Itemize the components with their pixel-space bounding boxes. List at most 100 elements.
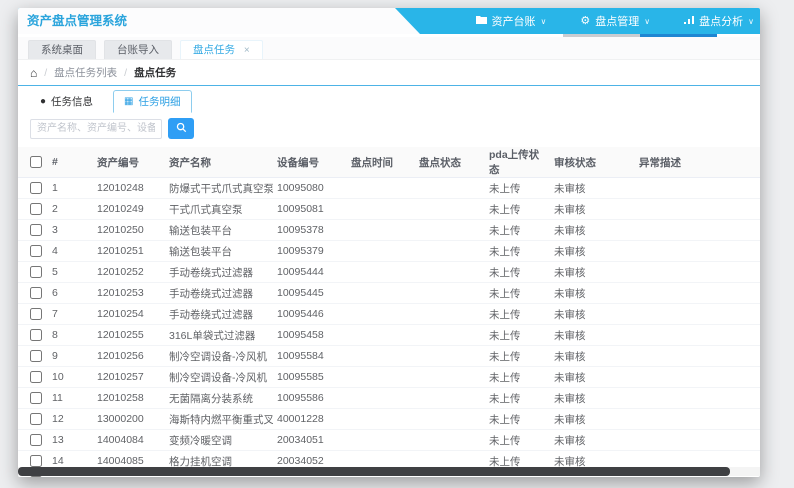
cell-pda-status: 未上传 xyxy=(485,429,550,451)
cell-audit-status: 未审核 xyxy=(550,345,635,367)
cell-check-time xyxy=(347,198,415,220)
cell-check-status xyxy=(415,387,485,409)
table-row: 6 12010253 手动卷绕式过滤器 10095445 未上传 未审核 xyxy=(18,282,760,304)
row-checkbox[interactable] xyxy=(30,392,42,405)
cell-device-no: 10095444 xyxy=(273,261,347,283)
page-tabbar: 系统桌面 台账导入 盘点任务 × xyxy=(18,37,760,60)
row-checkbox[interactable] xyxy=(30,455,42,468)
search-button[interactable] xyxy=(168,118,194,139)
cell-exception xyxy=(635,177,760,199)
search-input[interactable] xyxy=(30,118,162,139)
cell-seq: 8 xyxy=(48,324,93,346)
subtabs: ● 任务信息 ▦ 任务明细 xyxy=(18,86,760,113)
app-title: 资产盘点管理系统 xyxy=(18,8,420,34)
cell-asset-name: 手动卷绕式过滤器 xyxy=(165,303,273,325)
subtab-task-detail[interactable]: ▦ 任务明细 xyxy=(113,89,192,113)
cell-check-time xyxy=(347,219,415,241)
cell-asset-no: 12010256 xyxy=(93,345,165,367)
cell-pda-status: 未上传 xyxy=(485,177,550,199)
cell-asset-name: 海斯特内燃平衡重式叉车 xyxy=(165,408,273,430)
row-checkbox[interactable] xyxy=(30,224,42,237)
cell-asset-no: 12010257 xyxy=(93,366,165,388)
cell-check-status xyxy=(415,219,485,241)
cell-audit-status: 未审核 xyxy=(550,240,635,262)
cell-exception xyxy=(635,261,760,283)
row-checkbox[interactable] xyxy=(30,413,42,426)
row-checkbox[interactable] xyxy=(30,329,42,342)
cell-check-time xyxy=(347,366,415,388)
cell-audit-status: 未审核 xyxy=(550,219,635,241)
cell-pda-status: 未上传 xyxy=(485,387,550,409)
table-row: 11 12010258 无菌隔离分装系统 10095586 未上传 未审核 xyxy=(18,387,760,409)
col-asset-no: 资产编号 xyxy=(93,147,165,178)
cell-device-no: 10095081 xyxy=(273,198,347,220)
cell-asset-name: 制冷空调设备-冷风机 xyxy=(165,366,273,388)
row-checkbox[interactable] xyxy=(30,476,42,477)
row-checkbox[interactable] xyxy=(30,203,42,216)
menu-asset-ledger[interactable]: 资产台账 ∨ xyxy=(475,13,546,29)
cell-check-status xyxy=(415,198,485,220)
table-row: 5 12010252 手动卷绕式过滤器 10095444 未上传 未审核 xyxy=(18,261,760,283)
cell-pda-status: 未上传 xyxy=(485,366,550,388)
cell-pda-status: 未上传 xyxy=(485,240,550,262)
cell-check-time xyxy=(347,303,415,325)
cell-seq: 2 xyxy=(48,198,93,220)
select-all-checkbox[interactable] xyxy=(30,156,42,169)
cell-exception xyxy=(635,198,760,220)
cell-check-time xyxy=(347,429,415,451)
col-asset-name: 资产名称 xyxy=(165,147,273,178)
cell-audit-status: 未审核 xyxy=(550,303,635,325)
grid-icon: ▦ xyxy=(124,95,134,107)
cell-check-time xyxy=(347,261,415,283)
cell-asset-name: 无菌隔离分装系统 xyxy=(165,387,273,409)
breadcrumb-task-list[interactable]: 盘点任务列表 xyxy=(54,65,117,80)
cell-seq: 5 xyxy=(48,261,93,283)
row-checkbox[interactable] xyxy=(30,308,42,321)
row-checkbox[interactable] xyxy=(30,245,42,258)
close-icon[interactable]: × xyxy=(244,45,250,56)
cell-exception xyxy=(635,408,760,430)
cell-exception xyxy=(635,240,760,262)
horizontal-scrollbar-track xyxy=(18,467,760,476)
row-checkbox[interactable] xyxy=(30,287,42,300)
cell-seq: 4 xyxy=(48,240,93,262)
col-exception: 异常描述 xyxy=(635,147,760,178)
row-checkbox[interactable] xyxy=(30,182,42,195)
col-seq: # xyxy=(48,147,93,178)
tab-system-desktop[interactable]: 系统桌面 xyxy=(28,40,96,59)
cell-asset-no: 14004084 xyxy=(93,429,165,451)
cell-exception xyxy=(635,345,760,367)
cell-audit-status: 未审核 xyxy=(550,387,635,409)
cell-check-time xyxy=(347,387,415,409)
row-checkbox[interactable] xyxy=(30,266,42,279)
search-row xyxy=(18,112,760,147)
cell-seq: 12 xyxy=(48,408,93,430)
table-row: 4 12010251 输送包装平台 10095379 未上传 未审核 xyxy=(18,240,760,262)
cell-exception xyxy=(635,282,760,304)
home-icon[interactable]: ⌂ xyxy=(30,66,37,80)
menu-inventory-analysis[interactable]: 盘点分析 ∨ xyxy=(684,13,754,29)
table-header-row: # 资产编号 资产名称 设备编号 盘点时间 盘点状态 pda上传状态 审核状态 … xyxy=(18,147,760,178)
tab-ledger-import[interactable]: 台账导入 xyxy=(104,40,172,59)
cell-audit-status: 未审核 xyxy=(550,429,635,451)
tab-inventory-task[interactable]: 盘点任务 × xyxy=(180,40,263,59)
cell-check-time xyxy=(347,345,415,367)
cell-check-time xyxy=(347,282,415,304)
cell-check-status xyxy=(415,345,485,367)
row-checkbox[interactable] xyxy=(30,434,42,447)
breadcrumb-current: 盘点任务 xyxy=(134,67,177,79)
cell-asset-name: 防爆式干式爪式真空泵 xyxy=(165,177,273,199)
cell-asset-no: 12010252 xyxy=(93,261,165,283)
cell-check-time xyxy=(347,324,415,346)
menu-inventory-management[interactable]: ⚙ 盘点管理 ∨ xyxy=(580,13,650,29)
row-checkbox[interactable] xyxy=(30,350,42,363)
cell-seq: 1 xyxy=(48,177,93,199)
row-checkbox[interactable] xyxy=(30,371,42,384)
subtab-task-info[interactable]: ● 任务信息 xyxy=(30,91,103,112)
cell-audit-status: 未审核 xyxy=(550,408,635,430)
horizontal-scrollbar[interactable] xyxy=(18,467,731,476)
cell-check-status xyxy=(415,303,485,325)
search-icon xyxy=(176,121,187,136)
cell-asset-no: 12010253 xyxy=(93,282,165,304)
cell-device-no: 10095458 xyxy=(273,324,347,346)
